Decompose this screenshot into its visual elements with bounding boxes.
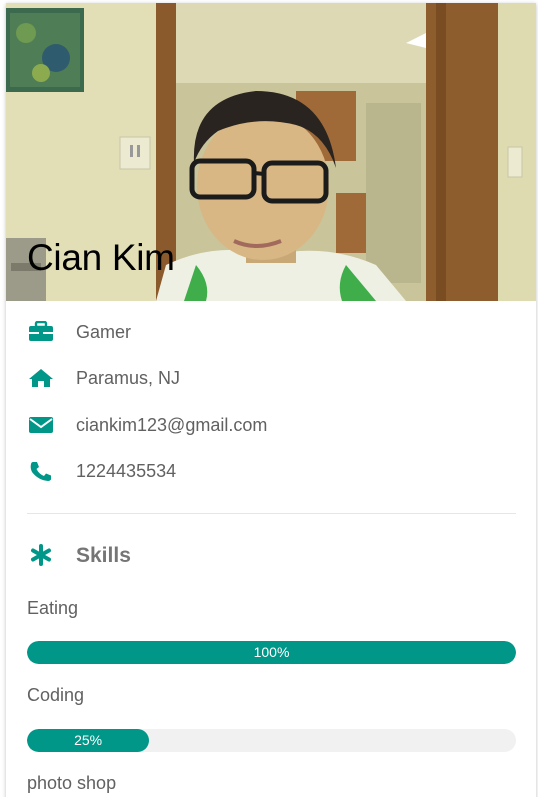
skill-label: Eating (27, 598, 79, 618)
home-icon (28, 367, 54, 389)
email-row: ciankim123@gmail.com (6, 410, 536, 440)
email-text[interactable]: ciankim123@gmail.com (76, 415, 267, 436)
skill-label: photo shop (27, 773, 117, 793)
phone-icon (28, 460, 54, 482)
occupation-row: Gamer (6, 317, 536, 347)
skills-header: Skills (28, 541, 328, 571)
skill-progress-fill: 25% (27, 729, 150, 752)
occupation-text: Gamer (76, 322, 132, 342)
location-text: Paramus, NJ (76, 368, 181, 388)
phone-text[interactable]: 1224435534 (76, 461, 176, 482)
section-divider (27, 513, 516, 514)
skill-progress-track: 25% (27, 729, 516, 752)
profile-card: Cian Kim Gamer Paramus, NJ ciankim123@gm… (6, 3, 536, 797)
skill-label: Coding (27, 685, 85, 705)
skills-title: Skills (76, 544, 131, 567)
asterisk-icon (30, 544, 52, 566)
skill-progress-fill: 100% (27, 641, 516, 664)
page: Cian Kim Gamer Paramus, NJ ciankim123@gm… (0, 0, 538, 797)
profile-name: Cian Kim (27, 237, 175, 278)
briefcase-icon (28, 321, 54, 343)
profile-photo: Cian Kim (6, 3, 536, 301)
skill-progress-track: 100% (27, 641, 516, 664)
location-row: Paramus, NJ (6, 363, 536, 393)
phone-row: 1224435534 (6, 456, 536, 486)
envelope-icon (28, 414, 54, 436)
